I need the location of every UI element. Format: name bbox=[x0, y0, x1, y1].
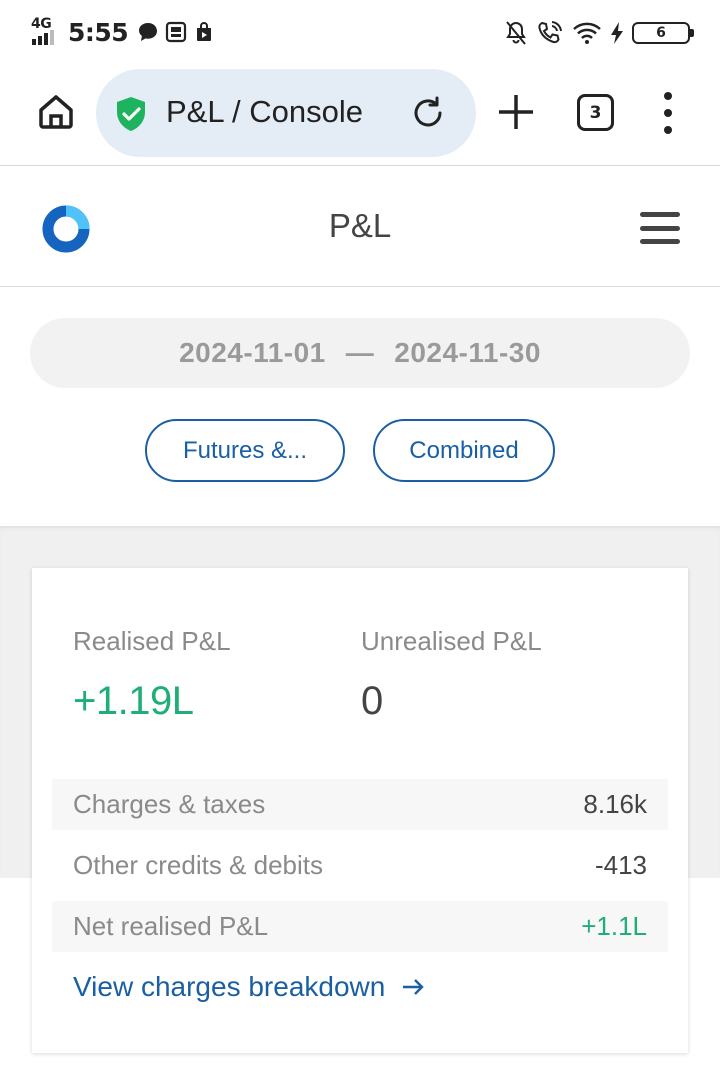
row-label: Other credits & debits bbox=[73, 850, 323, 880]
status-bar: 4G 5:55 6 bbox=[0, 0, 720, 66]
view-charges-breakdown-link[interactable]: View charges breakdown bbox=[73, 971, 425, 1003]
unrealised-pnl-label: Unrealised P&L bbox=[361, 626, 542, 656]
mute-notifications-icon bbox=[506, 21, 526, 45]
home-button[interactable] bbox=[34, 90, 78, 134]
tab-switcher-button[interactable]: 3 bbox=[577, 94, 614, 131]
signal-icon: 4G bbox=[30, 16, 60, 48]
home-icon bbox=[39, 95, 73, 129]
date-separator: — bbox=[345, 337, 375, 368]
reload-icon[interactable] bbox=[410, 95, 446, 131]
realised-pnl-value: +1.19L bbox=[73, 679, 194, 723]
page-title-in-address-bar: P&L / Console bbox=[166, 94, 364, 129]
pnl-summary-card: Realised P&L +1.19L Unrealised P&L 0 Cha… bbox=[32, 568, 688, 1053]
wifi-calling-icon bbox=[538, 21, 562, 44]
row-value: +1.1L bbox=[581, 911, 647, 941]
gallery-app-icon bbox=[164, 20, 188, 44]
status-bar-left: 4G 5:55 bbox=[30, 14, 220, 50]
charges-taxes-row: Charges & taxes 8.16k bbox=[52, 779, 668, 830]
battery-level: 6 bbox=[656, 25, 666, 41]
main-content: Realised P&L +1.19L Unrealised P&L 0 Cha… bbox=[0, 526, 720, 1066]
address-bar[interactable]: P&L / Console bbox=[96, 69, 476, 157]
type-filter-chip[interactable]: Combined bbox=[373, 419, 555, 482]
app-header: P&L bbox=[0, 167, 720, 287]
play-store-icon bbox=[192, 20, 216, 44]
new-tab-plus-icon[interactable] bbox=[496, 92, 536, 132]
battery-icon: 6 bbox=[632, 22, 694, 44]
arrow-right-icon bbox=[403, 979, 425, 995]
row-label: Net realised P&L bbox=[73, 911, 269, 941]
status-bar-right: 6 bbox=[504, 18, 694, 48]
chat-bubble-icon bbox=[136, 20, 160, 44]
segment-filter-chip[interactable]: Futures &... bbox=[145, 419, 345, 482]
shield-icon bbox=[117, 97, 145, 131]
date-range-picker[interactable]: 2024-11-01 — 2024-11-30 bbox=[30, 318, 690, 388]
page-title: P&L bbox=[328, 207, 392, 244]
realised-pnl-label: Realised P&L bbox=[73, 626, 231, 656]
other-credits-debits-row: Other credits & debits -413 bbox=[52, 840, 668, 891]
charging-bolt-icon bbox=[611, 22, 623, 44]
net-realised-pnl-row: Net realised P&L +1.1L bbox=[52, 901, 668, 952]
date-to: 2024-11-30 bbox=[394, 337, 541, 368]
tab-count: 3 bbox=[589, 102, 602, 123]
status-time: 5:55 bbox=[68, 17, 129, 47]
browser-toolbar: P&L / Console 3 bbox=[0, 66, 720, 166]
row-value: 8.16k bbox=[583, 789, 647, 819]
date-from: 2024-11-01 bbox=[179, 337, 326, 368]
row-label: Charges & taxes bbox=[73, 789, 266, 819]
hamburger-menu-icon[interactable] bbox=[640, 212, 680, 244]
browser-menu-icon[interactable] bbox=[656, 92, 680, 134]
wifi-icon bbox=[573, 22, 601, 44]
filters-section: 2024-11-01 — 2024-11-30 Futures &... Com… bbox=[0, 288, 720, 526]
breakdown-link-label: View charges breakdown bbox=[73, 971, 386, 1002]
unrealised-pnl-value: 0 bbox=[361, 679, 383, 723]
row-value: -413 bbox=[594, 850, 647, 880]
